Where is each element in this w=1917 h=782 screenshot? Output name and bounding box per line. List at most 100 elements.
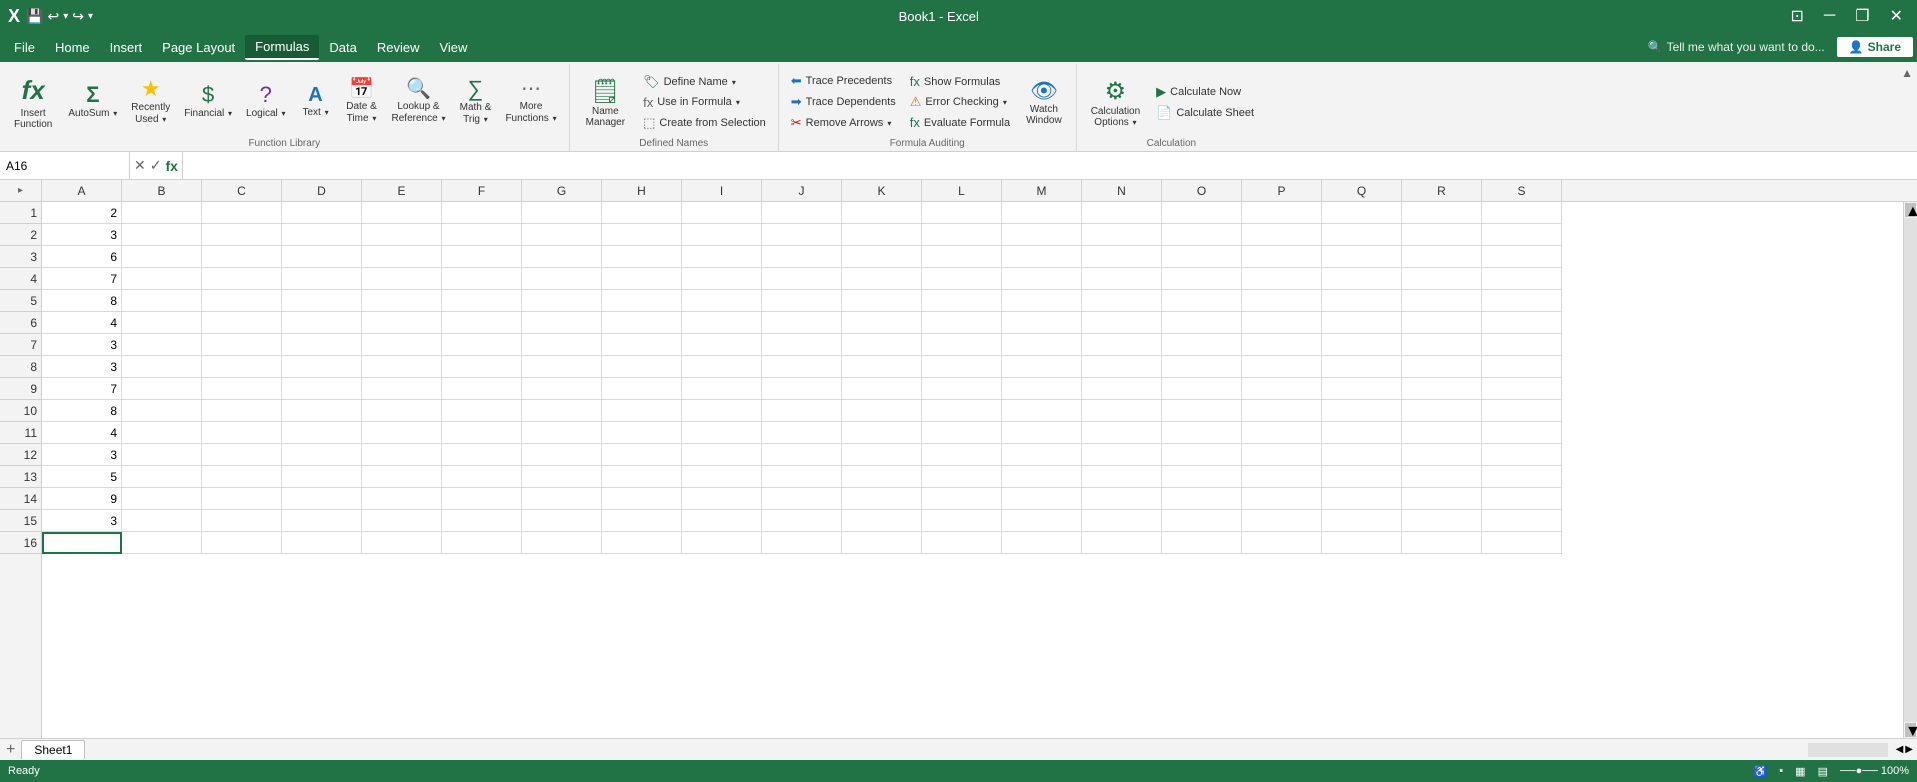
cell-G4[interactable] bbox=[522, 268, 602, 290]
cell-E10[interactable] bbox=[362, 400, 442, 422]
scrollbar-up-button[interactable]: ▲ bbox=[1905, 203, 1916, 217]
col-header-D[interactable]: D bbox=[282, 180, 362, 201]
cell-L8[interactable] bbox=[922, 356, 1002, 378]
cell-N3[interactable] bbox=[1082, 246, 1162, 268]
cell-G2[interactable] bbox=[522, 224, 602, 246]
cell-P10[interactable] bbox=[1242, 400, 1322, 422]
cell-K11[interactable] bbox=[842, 422, 922, 444]
cell-E16[interactable] bbox=[362, 532, 442, 554]
cell-L4[interactable] bbox=[922, 268, 1002, 290]
cell-K13[interactable] bbox=[842, 466, 922, 488]
cell-C11[interactable] bbox=[202, 422, 282, 444]
row-header-4[interactable]: 4 bbox=[0, 268, 41, 290]
cell-S16[interactable] bbox=[1482, 532, 1562, 554]
cell-C3[interactable] bbox=[202, 246, 282, 268]
col-header-K[interactable]: K bbox=[842, 180, 922, 201]
remove-arrows-button[interactable]: ✂ Remove Arrows ▾ bbox=[785, 113, 902, 133]
cell-A1[interactable]: 2 bbox=[42, 202, 122, 224]
cell-R6[interactable] bbox=[1402, 312, 1482, 334]
cell-D12[interactable] bbox=[282, 444, 362, 466]
cell-B6[interactable] bbox=[122, 312, 202, 334]
cell-N7[interactable] bbox=[1082, 334, 1162, 356]
cell-S1[interactable] bbox=[1482, 202, 1562, 224]
cell-R2[interactable] bbox=[1402, 224, 1482, 246]
cell-K3[interactable] bbox=[842, 246, 922, 268]
cell-N13[interactable] bbox=[1082, 466, 1162, 488]
cell-H6[interactable] bbox=[602, 312, 682, 334]
cell-R11[interactable] bbox=[1402, 422, 1482, 444]
cell-N15[interactable] bbox=[1082, 510, 1162, 532]
cell-M13[interactable] bbox=[1002, 466, 1082, 488]
cell-R1[interactable] bbox=[1402, 202, 1482, 224]
cell-Q3[interactable] bbox=[1322, 246, 1402, 268]
cell-B2[interactable] bbox=[122, 224, 202, 246]
cell-H3[interactable] bbox=[602, 246, 682, 268]
show-formulas-button[interactable]: fx Show Formulas bbox=[904, 72, 1016, 91]
cell-O9[interactable] bbox=[1162, 378, 1242, 400]
cell-N16[interactable] bbox=[1082, 532, 1162, 554]
cell-I8[interactable] bbox=[682, 356, 762, 378]
cell-R12[interactable] bbox=[1402, 444, 1482, 466]
cell-K15[interactable] bbox=[842, 510, 922, 532]
cell-F11[interactable] bbox=[442, 422, 522, 444]
cell-L10[interactable] bbox=[922, 400, 1002, 422]
cell-Q5[interactable] bbox=[1322, 290, 1402, 312]
cell-I1[interactable] bbox=[682, 202, 762, 224]
cell-L2[interactable] bbox=[922, 224, 1002, 246]
restore-button[interactable]: ❐ bbox=[1849, 6, 1875, 26]
corner-cell[interactable]: ▸ bbox=[0, 180, 42, 201]
cell-P11[interactable] bbox=[1242, 422, 1322, 444]
cell-J4[interactable] bbox=[762, 268, 842, 290]
cell-P13[interactable] bbox=[1242, 466, 1322, 488]
cell-J5[interactable] bbox=[762, 290, 842, 312]
col-header-O[interactable]: O bbox=[1162, 180, 1242, 201]
view-pagebreak-button[interactable]: ▤ bbox=[1818, 765, 1828, 778]
cell-N1[interactable] bbox=[1082, 202, 1162, 224]
cell-O2[interactable] bbox=[1162, 224, 1242, 246]
cell-G15[interactable] bbox=[522, 510, 602, 532]
cell-S13[interactable] bbox=[1482, 466, 1562, 488]
col-header-B[interactable]: B bbox=[122, 180, 202, 201]
cell-E11[interactable] bbox=[362, 422, 442, 444]
cell-N5[interactable] bbox=[1082, 290, 1162, 312]
cell-A9[interactable]: 7 bbox=[42, 378, 122, 400]
cell-J1[interactable] bbox=[762, 202, 842, 224]
cell-I7[interactable] bbox=[682, 334, 762, 356]
cell-B1[interactable] bbox=[122, 202, 202, 224]
cell-O14[interactable] bbox=[1162, 488, 1242, 510]
cell-O13[interactable] bbox=[1162, 466, 1242, 488]
cell-P12[interactable] bbox=[1242, 444, 1322, 466]
cell-I11[interactable] bbox=[682, 422, 762, 444]
cell-B13[interactable] bbox=[122, 466, 202, 488]
cell-A4[interactable]: 7 bbox=[42, 268, 122, 290]
cell-A10[interactable]: 8 bbox=[42, 400, 122, 422]
cell-Q1[interactable] bbox=[1322, 202, 1402, 224]
more-functions-button[interactable]: ⋯ MoreFunctions ▾ bbox=[499, 75, 562, 129]
cell-K5[interactable] bbox=[842, 290, 922, 312]
cell-M8[interactable] bbox=[1002, 356, 1082, 378]
cell-H12[interactable] bbox=[602, 444, 682, 466]
cell-O8[interactable] bbox=[1162, 356, 1242, 378]
scrollbar-track[interactable] bbox=[1904, 218, 1917, 722]
cell-R16[interactable] bbox=[1402, 532, 1482, 554]
cell-A8[interactable]: 3 bbox=[42, 356, 122, 378]
cell-I4[interactable] bbox=[682, 268, 762, 290]
cell-E8[interactable] bbox=[362, 356, 442, 378]
cell-B14[interactable] bbox=[122, 488, 202, 510]
cell-G11[interactable] bbox=[522, 422, 602, 444]
trace-precedents-button[interactable]: ⬅ Trace Precedents bbox=[785, 71, 902, 91]
cell-G10[interactable] bbox=[522, 400, 602, 422]
cell-D3[interactable] bbox=[282, 246, 362, 268]
cell-Q8[interactable] bbox=[1322, 356, 1402, 378]
vertical-scrollbar[interactable]: ▲ ▼ bbox=[1903, 202, 1917, 738]
cell-C1[interactable] bbox=[202, 202, 282, 224]
cell-F12[interactable] bbox=[442, 444, 522, 466]
cell-P9[interactable] bbox=[1242, 378, 1322, 400]
cell-E5[interactable] bbox=[362, 290, 442, 312]
cell-Q6[interactable] bbox=[1322, 312, 1402, 334]
cell-C10[interactable] bbox=[202, 400, 282, 422]
cell-G16[interactable] bbox=[522, 532, 602, 554]
cell-B11[interactable] bbox=[122, 422, 202, 444]
cell-J12[interactable] bbox=[762, 444, 842, 466]
row-header-7[interactable]: 7 bbox=[0, 334, 41, 356]
